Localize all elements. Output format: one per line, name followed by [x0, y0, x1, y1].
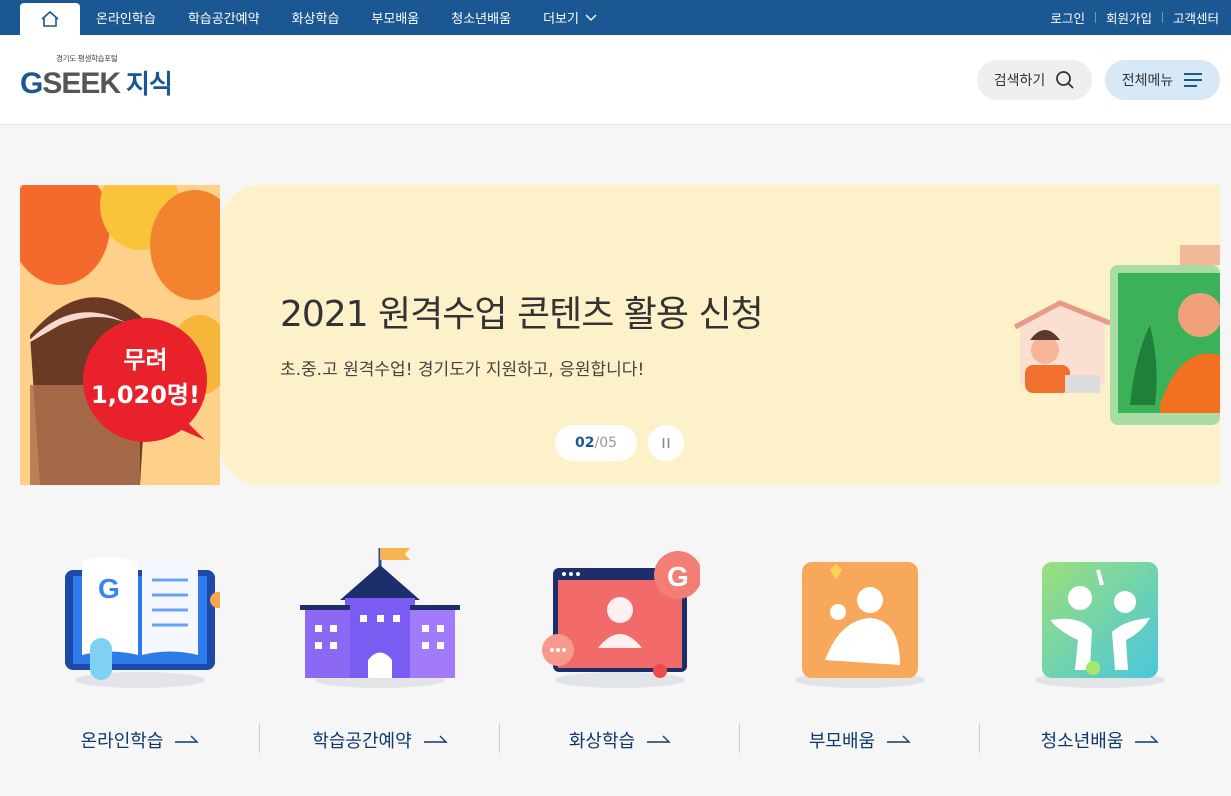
promo-badge: 무려 1,020명! — [83, 340, 208, 410]
quick-label-parent-learning: 부모배움 — [740, 727, 980, 753]
online-learning-icon: G — [65, 557, 220, 688]
logo-g: G — [20, 67, 43, 100]
home-icon — [41, 10, 59, 27]
school-building-icon — [300, 548, 460, 688]
top-nav: 온라인학습 학습공간예약 화상학습 부모배움 청소년배움 더보기 — [96, 0, 629, 35]
quick-label-youth-learning: 청소년배움 — [980, 727, 1220, 753]
quick-label-video-learning: 화상학습 — [500, 727, 740, 753]
slide-counter: 02/05 — [555, 425, 637, 461]
chevron-down-icon — [585, 14, 597, 21]
topnav-more-label: 더보기 — [543, 12, 579, 27]
promo-slide[interactable]: 무려 1,020명! — [20, 185, 220, 485]
video-learning-icon: G — [542, 551, 700, 688]
topnav-space-reservation[interactable]: 학습공간예약 — [188, 8, 260, 27]
search-button-label: 검색하기 — [993, 73, 1046, 89]
arrow-right-icon — [423, 735, 448, 743]
site-header: 경기도 평생학습포털 GSEEK 지식 검색하기 전체메뉴 — [0, 35, 1231, 125]
quick-text: 화상학습 — [568, 731, 636, 752]
all-menu-label: 전체메뉴 — [1121, 73, 1174, 89]
topnav-video-learning[interactable]: 화상학습 — [292, 8, 340, 27]
quick-item-youth-learning[interactable]: 청소년배움 — [980, 540, 1220, 770]
slide-total: 05 — [599, 435, 618, 451]
home-tab[interactable] — [20, 3, 80, 35]
quick-item-online-learning[interactable]: G 온라인학습 — [20, 540, 260, 770]
login-link[interactable]: 로그인 — [1050, 8, 1085, 27]
svg-text:G: G — [98, 573, 120, 604]
arrow-right-icon — [175, 735, 200, 743]
banner-description: 초.중.고 원격수업! 경기도가 지원하고, 응원합니다! — [280, 360, 645, 380]
arrow-right-icon — [1135, 735, 1160, 743]
customer-center-link[interactable]: 고객센터 — [1173, 8, 1219, 27]
logo-subtitle: 경기도 평생학습포털 — [56, 54, 118, 63]
youth-learning-icon — [1035, 562, 1165, 688]
pause-icon — [662, 438, 670, 448]
quick-label-space-reservation: 학습공간예약 — [260, 727, 500, 753]
logo-wordmark: GSEEK 지식 — [20, 64, 173, 101]
svg-text:G: G — [667, 561, 689, 592]
divider — [1161, 12, 1163, 23]
parent-learning-icon — [795, 562, 925, 688]
quick-menu: G 온라인학습 학습공간예약 G 화상학습 부모배움 청소년배움 — [20, 540, 1220, 770]
utility-links: 로그인 회원가입 고객센터 — [1050, 0, 1219, 35]
quick-item-parent-learning[interactable]: 부모배움 — [740, 540, 980, 770]
logo-jisik: 지식 — [126, 70, 173, 100]
remote-class-illustration — [1013, 245, 1220, 425]
promo-text-1: 무려 — [123, 346, 168, 374]
quick-text: 부모배움 — [808, 731, 876, 752]
quick-item-space-reservation[interactable]: 학습공간예약 — [260, 540, 500, 770]
hamburger-icon — [1184, 73, 1203, 87]
all-menu-button[interactable]: 전체메뉴 — [1105, 60, 1220, 100]
topnav-youth-learning[interactable]: 청소년배움 — [451, 8, 511, 27]
quick-text: 학습공간예약 — [312, 731, 412, 752]
topnav-online-learning[interactable]: 온라인학습 — [96, 8, 156, 27]
search-button[interactable]: 검색하기 — [977, 60, 1092, 100]
promo-illustration — [20, 185, 220, 485]
topnav-more[interactable]: 더보기 — [543, 8, 597, 27]
arrow-right-icon — [887, 735, 911, 743]
pause-button[interactable] — [648, 425, 684, 461]
signup-link[interactable]: 회원가입 — [1106, 8, 1152, 27]
slide-current: 02 — [574, 435, 595, 451]
arrow-right-icon — [647, 735, 671, 743]
site-logo[interactable]: 경기도 평생학습포털 GSEEK 지식 — [20, 53, 200, 101]
promo-text-2: 1,020명! — [91, 381, 200, 409]
search-icon — [1056, 71, 1074, 89]
logo-seek: SEEK — [42, 67, 121, 100]
quick-label-online-learning: 온라인학습 — [20, 727, 260, 753]
topnav-parent-learning[interactable]: 부모배움 — [371, 8, 419, 27]
quick-text: 청소년배움 — [1040, 731, 1124, 752]
quick-text: 온라인학습 — [80, 731, 164, 752]
banner-title: 2021 원격수업 콘텐츠 활용 신청 — [280, 294, 764, 335]
banner-slide[interactable]: 2021 원격수업 콘텐츠 활용 신청 초.중.고 원격수업! 경기도가 지원하… — [220, 185, 1220, 485]
divider — [1094, 12, 1096, 23]
main-banner: 무려 1,020명! 2021 원격수업 콘텐츠 활용 신청 초.중.고 원격수… — [20, 185, 1220, 485]
quick-item-video-learning[interactable]: G 화상학습 — [500, 540, 740, 770]
top-bar: 온라인학습 학습공간예약 화상학습 부모배움 청소년배움 더보기 로그인 회원가… — [0, 0, 1231, 35]
